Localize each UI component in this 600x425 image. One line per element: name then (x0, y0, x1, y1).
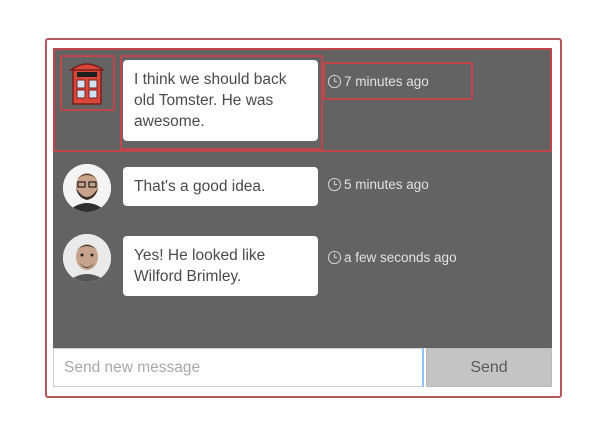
clock-icon (327, 250, 342, 265)
message-timestamp: 7 minutes ago (327, 74, 429, 89)
message-item: Yes! He looked like Wilford Brimley. a f… (53, 224, 552, 304)
smiling-man-avatar (63, 234, 111, 282)
message-bubble: Yes! He looked like Wilford Brimley. (123, 236, 318, 296)
message-bubble: That's a good idea. (123, 167, 318, 206)
timestamp-text: a few seconds ago (344, 250, 457, 265)
timestamp-text: 7 minutes ago (344, 74, 429, 89)
send-button[interactable]: Send (426, 348, 552, 387)
new-message-input[interactable] (53, 348, 424, 387)
message-timestamp: 5 minutes ago (327, 177, 429, 192)
message-composer: Send (53, 348, 552, 389)
bearded-man-avatar (63, 164, 111, 212)
red-telephone-booth-icon (63, 58, 111, 106)
message-timestamp: a few seconds ago (327, 250, 457, 265)
message-item: That's a good idea. 5 minutes ago (53, 154, 552, 214)
timestamp-text: 5 minutes ago (344, 177, 429, 192)
clock-icon (327, 177, 342, 192)
clock-icon (327, 74, 342, 89)
message-bubble: I think we should back old Tomster. He w… (123, 60, 318, 141)
message-item: I think we should back old Tomster. He w… (53, 48, 552, 152)
message-list: I think we should back old Tomster. He w… (53, 48, 552, 348)
